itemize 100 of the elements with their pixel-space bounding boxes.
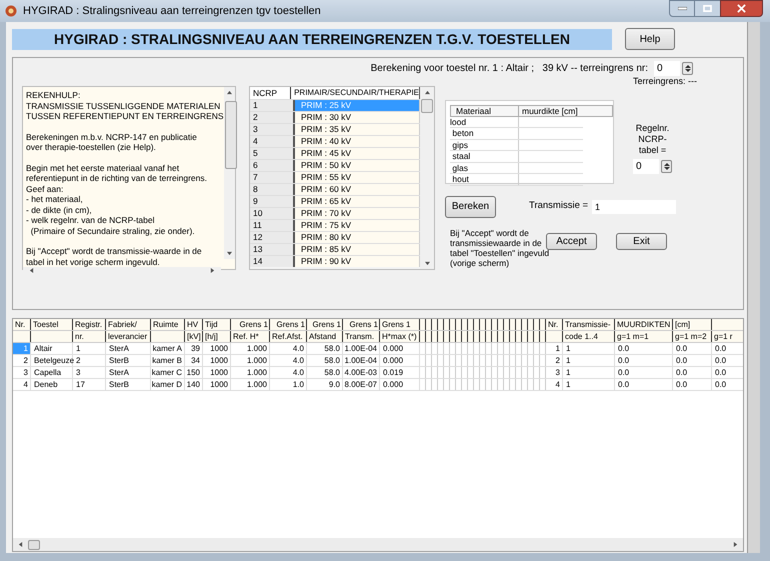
row-header[interactable]: 12 [250, 232, 295, 243]
scrollbar-thumb[interactable] [421, 99, 433, 113]
row-header[interactable]: 13 [250, 244, 295, 255]
transmission-field[interactable]: 1 [592, 200, 676, 214]
table-cell: 1 [563, 379, 615, 390]
table-cell: 4.0 [270, 343, 307, 354]
table-cell[interactable]: PRIM : 50 kV [295, 160, 420, 171]
row-header[interactable]: 14 [250, 256, 295, 267]
table-cell: 1 [73, 343, 106, 354]
table-cell: Deneb [31, 379, 73, 390]
row-number: 3 [546, 367, 563, 378]
minimize-button[interactable] [669, 0, 695, 17]
scroll-right-icon[interactable] [210, 267, 215, 274]
boundary-number-field[interactable]: 0 [654, 61, 680, 76]
scroll-up-icon[interactable] [424, 90, 430, 95]
material-cell[interactable]: glas [450, 162, 519, 173]
row-header[interactable]: 5 [250, 148, 295, 159]
table-cell: 3 [73, 367, 106, 378]
table-cell[interactable]: PRIM : 40 kV [295, 136, 420, 147]
scroll-left-icon[interactable] [18, 541, 23, 548]
table-cell[interactable]: PRIM : 45 kV [295, 148, 420, 159]
table-cell: 4.0 [270, 355, 307, 366]
help-paragraph: REKENHULP: TRANSMISSIE TUSSENLIGGENDE MATERIALEN TUSSEN REFERENTIEPUNT EN TERREINGRENS [26, 90, 224, 122]
table-cell: 1.000 [231, 343, 270, 354]
table-cell: 0.019 [380, 367, 420, 378]
table-cell: kamer B [151, 355, 185, 366]
scroll-down-icon[interactable] [226, 251, 233, 256]
row-header[interactable]: 1 [250, 100, 295, 111]
column-header: leverancier [106, 331, 151, 342]
row-header[interactable]: 4 [250, 136, 295, 147]
help-button[interactable]: Help [625, 28, 675, 50]
table-cell: 0.0 [615, 367, 673, 378]
table-cell: Capella [31, 367, 73, 378]
row-header[interactable]: 7 [250, 172, 295, 183]
exit-button[interactable]: Exit [616, 232, 667, 250]
close-icon [737, 4, 746, 13]
scrollbar-thumb[interactable] [28, 540, 40, 550]
spin-buttons-icon[interactable] [682, 62, 693, 75]
table-cell: 0.0 [673, 355, 712, 366]
table-cell: 1000 [203, 343, 231, 354]
close-button[interactable] [720, 0, 763, 17]
table-cell: kamer A [151, 343, 185, 354]
row-number[interactable]: 3 [13, 367, 31, 378]
calculate-button[interactable]: Bereken [445, 196, 496, 218]
vertical-scrollbar[interactable] [420, 87, 434, 269]
row-header[interactable]: 6 [250, 160, 295, 171]
column-header: [kV] [185, 331, 203, 342]
table-cell[interactable]: PRIM : 60 kV [295, 184, 420, 195]
column-header: Grens 1 [231, 319, 270, 330]
table-cell[interactable]: PRIM : 85 kV [295, 244, 420, 255]
table-cell: 150 [185, 367, 203, 378]
row-header[interactable]: 9 [250, 196, 295, 207]
scroll-right-icon[interactable] [733, 541, 738, 548]
minimize-icon [678, 7, 686, 10]
scroll-down-icon[interactable] [424, 261, 430, 266]
table-cell: 140 [185, 379, 203, 390]
table-cell[interactable]: PRIM : 35 kV [295, 124, 420, 135]
scrollbar-thumb[interactable] [224, 101, 237, 169]
table-cell[interactable]: PRIM : 75 kV [295, 220, 420, 231]
spin-buttons-icon[interactable] [661, 160, 672, 172]
horizontal-scrollbar[interactable] [13, 538, 743, 551]
ncrp-row-field[interactable]: 0 [633, 158, 659, 174]
table-cell[interactable]: PRIM : 80 kV [295, 232, 420, 243]
scroll-up-icon[interactable] [226, 90, 233, 95]
table-cell: 0.000 [380, 379, 420, 390]
table-cell[interactable]: PRIM : 70 kV [295, 208, 420, 219]
column-header: [h/j] [203, 331, 231, 342]
table-cell: 58.0 [307, 343, 343, 354]
column-header: Nr. [13, 319, 31, 330]
maximize-button[interactable] [695, 0, 720, 17]
table-cell: 1.000 [231, 355, 270, 366]
table-cell[interactable]: PRIM : 90 kV [295, 256, 420, 267]
table-cell: SterA [106, 343, 151, 354]
scroll-left-icon[interactable] [29, 267, 34, 274]
table-cell[interactable]: PRIM : 65 kV [295, 196, 420, 207]
row-header[interactable]: 11 [250, 220, 295, 231]
row-header[interactable]: 10 [250, 208, 295, 219]
material-cell[interactable]: lood [450, 116, 519, 127]
row-header[interactable]: 8 [250, 184, 295, 195]
column-header: HV [185, 319, 203, 330]
table-cell: 0.0 [712, 379, 743, 390]
row-number[interactable]: 4 [13, 379, 31, 390]
table-cell: 1.000 [231, 367, 270, 378]
column-header: g=1 r [712, 331, 743, 342]
transmission-label: Transmissie = [529, 199, 588, 214]
material-cell[interactable]: beton [450, 128, 519, 138]
row-number: 1 [546, 343, 563, 354]
row-header[interactable]: 2 [250, 112, 295, 123]
row-number[interactable]: 2 [13, 355, 31, 366]
column-header: Nr. [546, 319, 563, 330]
material-cell[interactable]: staal [450, 151, 519, 162]
column-header: Grens 1 [343, 319, 380, 330]
material-cell[interactable]: hout [450, 174, 519, 184]
vertical-scrollbar[interactable] [224, 87, 235, 259]
accept-button[interactable]: Accept [546, 232, 597, 250]
material-cell[interactable]: gips [450, 140, 519, 150]
table-cell[interactable]: PRIM : 30 kV [295, 112, 420, 123]
row-header[interactable]: 3 [250, 124, 295, 135]
table-cell[interactable]: PRIM : 55 kV [295, 172, 420, 183]
table-cell: 1 [563, 343, 615, 354]
